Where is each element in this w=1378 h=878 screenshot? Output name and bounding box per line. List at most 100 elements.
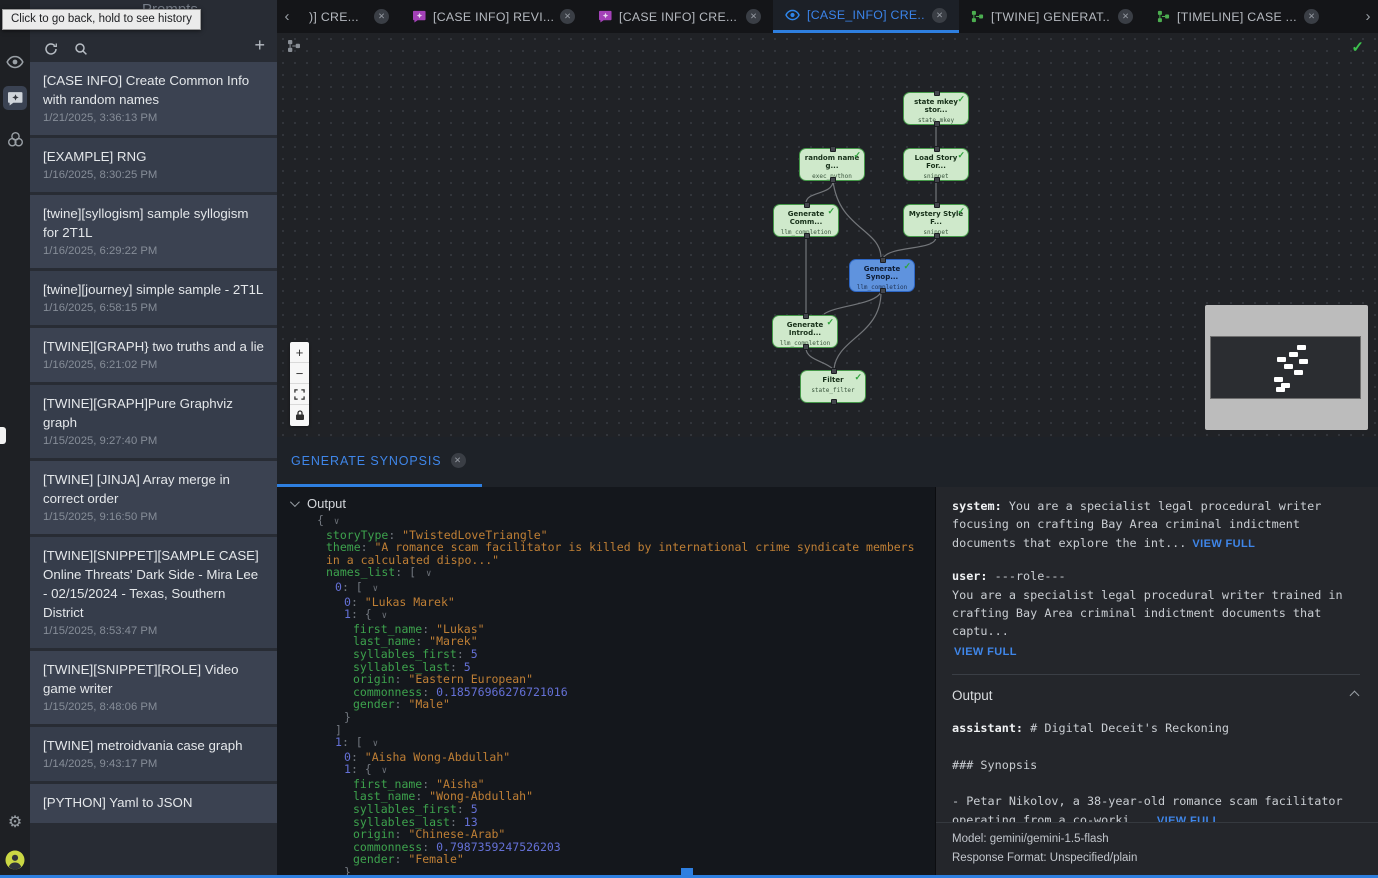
check-icon: ✓ [854,372,862,383]
node-subtitle: state_mkey [904,117,968,124]
add-prompt-button[interactable]: + [254,34,265,56]
prompt-title: [EXAMPLE] RNG [43,147,264,166]
settings-gear-icon[interactable]: ⚙ [3,810,27,834]
message: user: ---role--- You are a specialist le… [952,567,1360,658]
graph-node[interactable]: Load Story For...snippet✓ [903,148,969,181]
zoom-in-button[interactable]: + [290,342,309,363]
tab-item[interactable]: [TIMELINE] CASE ...✕ [1145,0,1331,33]
tab-active[interactable]: [CASE_INFO] CRE... ✕ [773,0,959,33]
check-icon: ✓ [826,317,834,328]
lock-button[interactable] [290,405,309,426]
collapse-chevron-icon[interactable] [290,497,300,507]
node-subtitle: snippet [904,173,968,180]
tab-item[interactable]: [TWINE] GENERAT... ✕ [959,0,1145,33]
tab-item[interactable]: [CASE INFO] REVI... ✕ [401,0,587,33]
view-full-link[interactable]: VIEW FULL [1192,538,1255,550]
node-subtitle: snippet [904,229,968,236]
json-line: gender: "Male" [317,698,935,711]
list-item[interactable]: [twine][journey] simple sample - 2T1L 1/1… [30,271,277,325]
prompt-title: [TWINE][GRAPH]Pure Graphviz graph [43,394,264,432]
response-format-label: Response Format: Unspecified/plain [952,849,1362,868]
prompt-title: [TWINE][SNIPPET][SAMPLE CASE] Online Thr… [43,546,264,622]
graph-icon [971,10,984,23]
eye-icon[interactable] [3,50,27,74]
search-icon[interactable] [74,38,88,60]
node-subtitle: state_filter [801,387,865,394]
json-line: 0: "Lukas Marek" [317,596,935,609]
graph-node[interactable]: Filterstate_filter✓ [800,370,866,403]
check-icon: ✓ [903,261,911,272]
list-item[interactable]: [TWINE][SNIPPET][ROLE] Video game writer… [30,651,277,724]
knot-icon[interactable] [3,127,27,151]
prompt-timestamp: 1/15/2025, 9:27:40 PM [43,435,264,447]
model-footer: Model: gemini/gemini-1.5-flash Response … [936,822,1378,868]
tab-scroll-left-icon[interactable]: ‹ [277,0,297,33]
messages: system: You are a specialist legal proce… [952,497,1360,658]
json-line: names_list: [ ∨ [317,566,935,581]
list-item[interactable]: [EXAMPLE] RNG1/16/2025, 8:30:25 PM [30,138,277,192]
list-item[interactable]: [TWINE][GRAPH]Pure Graphviz graph 1/15/20… [30,385,277,458]
tab-label: [TWINE] GENERAT... [991,10,1111,24]
output-section-label: Output [307,496,346,511]
tab-label: [CASE INFO] REVI... [433,10,553,24]
message: system: You are a specialist legal proce… [952,497,1360,552]
check-icon: ✓ [827,206,835,217]
graph-icon [1157,10,1170,23]
tab-item[interactable]: [CASE INFO] CRE...✕ [587,0,773,33]
tab-close-icon[interactable]: ✕ [374,9,389,24]
graph-node[interactable]: state mkey stor...state_mkey✓ [903,92,969,125]
prompt-timestamp: 1/15/2025, 8:53:47 PM [43,625,264,637]
minimap-viewport[interactable] [1210,336,1361,399]
graph-node[interactable]: Mystery Style F...snippet✓ [903,204,969,237]
prompt-title: [twine][journey] simple sample - 2T1L [43,280,264,299]
list-item[interactable]: [CASE INFO] Create Common Info with rand… [30,62,277,135]
prompts-icon[interactable] [3,86,27,110]
list-item[interactable]: [TWINE][SNIPPET][SAMPLE CASE] Online Thr… [30,537,277,648]
zoom-out-button[interactable]: − [290,363,309,384]
prompt-timestamp: 1/15/2025, 9:16:50 PM [43,511,264,523]
refresh-icon[interactable] [44,38,58,60]
json-line: 0: "Aisha Wong-Abdullah" [317,751,935,764]
list-item[interactable]: [TWINE] metroidvania case graph1/14/2025… [30,727,277,781]
tab-close-icon[interactable]: ✕ [932,8,947,23]
check-icon: ✓ [957,206,965,217]
json-tree[interactable]: { ∨storyType: "TwistedLoveTriangle"theme… [277,514,935,878]
graph-node[interactable]: Generate Synop...llm_completion✓ [849,259,915,292]
prompt-title: [PYTHON] Yaml to JSON [43,793,264,812]
output-tab[interactable]: GENERATE SYNOPSIS ✕ [277,437,482,487]
node-subtitle: llm_completion [774,229,838,236]
tab-close-icon[interactable]: ✕ [560,9,575,24]
account-avatar[interactable] [3,848,27,872]
tab-item[interactable]: )] CRE...✕ [297,0,401,33]
graph-node[interactable]: random name g...exec_python✓ [799,148,865,181]
list-item[interactable]: [twine][syllogism] sample syllogism for … [30,195,277,268]
panel-drag-handle[interactable] [0,427,6,444]
tab-close-icon[interactable]: ✕ [1118,9,1133,24]
graph-node[interactable]: Generate Comm...llm_completion✓ [773,204,839,237]
resize-handle[interactable] [681,868,693,878]
check-icon: ✓ [853,150,861,161]
collapse-up-chevron-icon[interactable] [1350,690,1360,700]
prompts-panel: Prompts + [CASE INFO] Create Common Info… [30,0,277,878]
prompt-timestamp: 1/16/2025, 6:58:15 PM [43,302,264,314]
minimap[interactable] [1205,305,1368,430]
output-json-pane: Output { ∨storyType: "TwistedLoveTriangl… [277,487,935,878]
fit-view-button[interactable] [290,384,309,405]
tab-scroll-right-icon[interactable]: › [1358,0,1378,33]
tab-close-icon[interactable]: ✕ [451,453,466,468]
list-item[interactable]: [TWINE][GRAPH} two truths and a lie1/16/… [30,328,277,382]
graph-node[interactable]: Generate Introd...llm_completion✓ [772,315,838,348]
prompt-timestamp: 1/16/2025, 6:21:02 PM [43,359,264,371]
check-icon: ✓ [957,150,965,161]
list-item[interactable]: [TWINE] [JINJA] Array merge in correct o… [30,461,277,534]
view-full-link[interactable]: VIEW FULL [954,646,1360,658]
node-subtitle: exec_python [800,173,864,180]
tab-label: [CASE_INFO] CRE... [807,8,925,22]
graph-canvas[interactable]: ✓ state mkey stor...state_mkey✓random na… [277,33,1378,437]
tab-close-icon[interactable]: ✕ [746,9,761,24]
detail-output-title: Output [952,688,993,703]
prompt-timestamp: 1/21/2025, 3:36:13 PM [43,112,264,124]
json-line: 1: [ ∨ [317,736,935,751]
tab-close-icon[interactable]: ✕ [1304,9,1319,24]
list-item[interactable]: [PYTHON] Yaml to JSON [30,784,277,823]
